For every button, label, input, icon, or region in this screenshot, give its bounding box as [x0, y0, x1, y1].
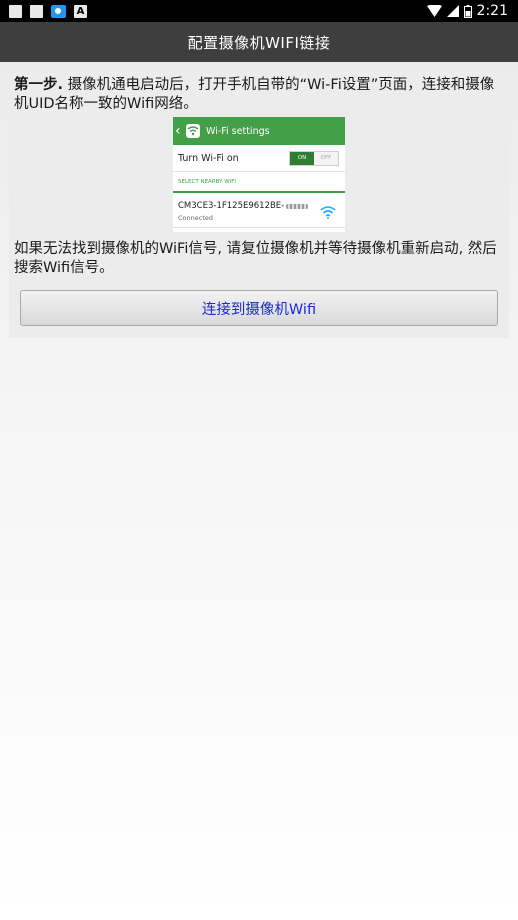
status-left-icons: A	[0, 4, 87, 18]
wifi-settings-illustration: ‹ Wi-Fi settings Turn Wi-Fi on ON OFF SE…	[173, 117, 345, 232]
title-bar: 配置摄像机WIFI链接	[0, 22, 518, 62]
instruction-panel: 第一步. 摄像机通电启动后，打开手机自带的“Wi-Fi设置”页面，连接和摄像机U…	[9, 70, 509, 338]
reset-hint: 如果无法找到摄像机的WiFi信号, 请复位摄像机并等待摄像机重新启动, 然后搜索…	[14, 241, 497, 276]
status-bar: A 2:21	[0, 0, 518, 22]
wifi-settings-icon	[186, 124, 200, 138]
redacted-mark	[286, 203, 309, 209]
wifi-toggle-label: Turn Wi-Fi on	[178, 152, 239, 164]
wifi-toggle-row: Turn Wi-Fi on ON OFF	[173, 145, 345, 172]
toggle-on-label: ON	[290, 151, 314, 165]
chevron-left-icon: ‹	[175, 123, 181, 139]
wifi-strength-icon	[320, 206, 336, 219]
step-description: 摄像机通电启动后，打开手机自带的“Wi-Fi设置”页面，连接和摄像机UID名称一…	[14, 77, 495, 112]
step-instruction: 第一步. 摄像机通电启动后，打开手机自带的“Wi-Fi设置”页面，连接和摄像机U…	[14, 76, 504, 114]
status-right-icons: 2:21	[426, 3, 518, 19]
wifi-toggle: ON OFF	[289, 150, 339, 166]
network-status: Connected	[178, 214, 214, 222]
wifi-network-row: CM3CE3-1F125E9612BE- Connected	[173, 193, 345, 222]
cell-signal-icon	[446, 5, 459, 17]
connect-camera-wifi-button[interactable]: 连接到摄像机Wifi	[20, 290, 498, 326]
page-title: 配置摄像机WIFI链接	[187, 33, 331, 52]
wifi-settings-title: Wi-Fi settings	[206, 125, 270, 137]
wifi-settings-header: ‹ Wi-Fi settings	[173, 117, 345, 145]
step-label: 第一步.	[14, 77, 64, 93]
letter-a-icon: A	[74, 4, 87, 18]
notification-icon	[30, 4, 43, 18]
status-time: 2:21	[476, 3, 508, 19]
network-name: CM3CE3-1F125E9612BE-	[178, 201, 285, 211]
toggle-off-label: OFF	[314, 151, 338, 165]
camera-app-icon	[51, 4, 66, 18]
notification-icon	[9, 4, 22, 18]
wifi-list-divider	[173, 227, 345, 232]
battery-icon	[463, 4, 472, 18]
nearby-wifi-section-label: SELECT NEARBY WIFI	[173, 172, 345, 193]
wifi-signal-icon	[426, 5, 442, 17]
